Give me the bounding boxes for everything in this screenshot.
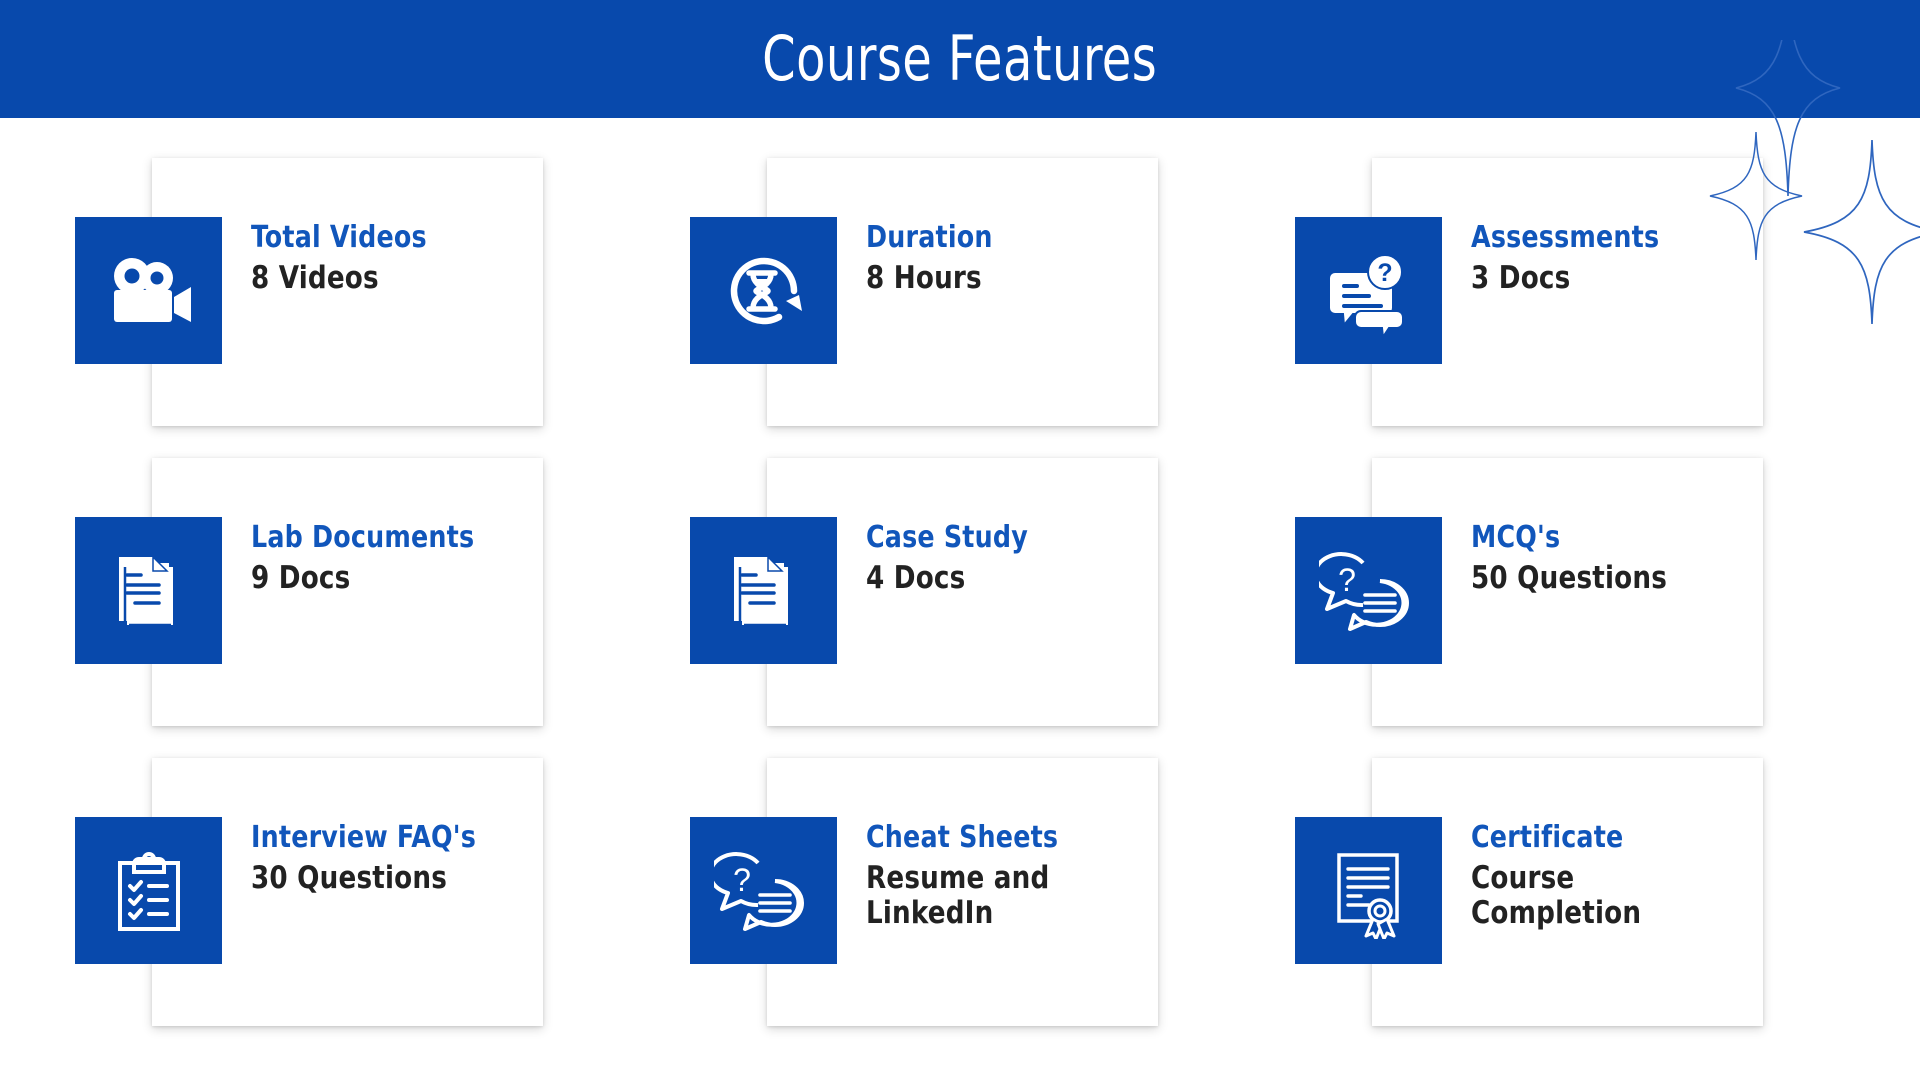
card-text-block: Cheat Sheets Resume and LinkedIn <box>866 821 1156 931</box>
card-text-block: Total Videos 8 Videos <box>251 221 541 296</box>
card-title: Interview FAQ's <box>251 820 477 855</box>
card-title: Lab Documents <box>251 520 475 555</box>
card-value: 4 Docs <box>866 559 966 596</box>
chat-bubbles-question-icon: ? <box>1295 517 1442 664</box>
svg-text:?: ? <box>1377 259 1392 287</box>
card-value: 50 Questions <box>1471 559 1668 596</box>
feature-card[interactable]: Interview FAQ's 30 Questions <box>75 758 543 1026</box>
card-text-block: Certificate Course Completion <box>1471 821 1761 931</box>
feature-card[interactable]: Lab Documents 9 Docs <box>75 458 543 726</box>
card-text-block: Lab Documents 9 Docs <box>251 521 541 596</box>
page-title: Course Features <box>762 22 1158 95</box>
card-text-block: Interview FAQ's 30 Questions <box>251 821 541 896</box>
card-value: 8 Hours <box>866 259 982 296</box>
feature-card[interactable]: ? MCQ's 50 Questions <box>1295 458 1763 726</box>
card-value: 8 Videos <box>251 259 379 296</box>
card-value: 9 Docs <box>251 559 351 596</box>
card-value: Course Completion <box>1471 859 1642 931</box>
card-title: Certificate <box>1471 820 1624 855</box>
card-text-block: Duration 8 Hours <box>866 221 1156 296</box>
card-text-block: Assessments 3 Docs <box>1471 221 1761 296</box>
svg-text:?: ? <box>733 862 751 898</box>
video-camera-icon <box>75 217 222 364</box>
page-header: Course Features <box>0 0 1920 118</box>
documents-stack-icon <box>75 517 222 664</box>
chat-bubbles-question-icon: ? <box>690 817 837 964</box>
hourglass-refresh-icon <box>690 217 837 364</box>
card-title: MCQ's <box>1471 520 1561 555</box>
feature-card-grid: Total Videos 8 Videos Duration 8 Hours ?… <box>0 118 1920 1080</box>
card-text-block: MCQ's 50 Questions <box>1471 521 1761 596</box>
card-title: Total Videos <box>251 220 427 255</box>
certificate-ribbon-icon <box>1295 817 1442 964</box>
card-title: Cheat Sheets <box>866 820 1059 855</box>
svg-text:?: ? <box>1338 562 1356 598</box>
feature-card[interactable]: Case Study 4 Docs <box>690 458 1158 726</box>
card-title: Duration <box>866 220 993 255</box>
card-text-block: Case Study 4 Docs <box>866 521 1156 596</box>
clipboard-checklist-icon <box>75 817 222 964</box>
assessment-chat-question-icon: ? <box>1295 217 1442 364</box>
feature-card[interactable]: ? Assessments 3 Docs <box>1295 158 1763 426</box>
feature-card[interactable]: Certificate Course Completion <box>1295 758 1763 1026</box>
feature-card[interactable]: Duration 8 Hours <box>690 158 1158 426</box>
card-value: 30 Questions <box>251 859 448 896</box>
card-title: Assessments <box>1471 220 1660 255</box>
card-value: 3 Docs <box>1471 259 1571 296</box>
feature-card[interactable]: Total Videos 8 Videos <box>75 158 543 426</box>
card-value: Resume and LinkedIn <box>866 859 1050 931</box>
feature-card[interactable]: ? Cheat Sheets Resume and LinkedIn <box>690 758 1158 1026</box>
documents-stack-icon <box>690 517 837 664</box>
card-title: Case Study <box>866 520 1028 555</box>
